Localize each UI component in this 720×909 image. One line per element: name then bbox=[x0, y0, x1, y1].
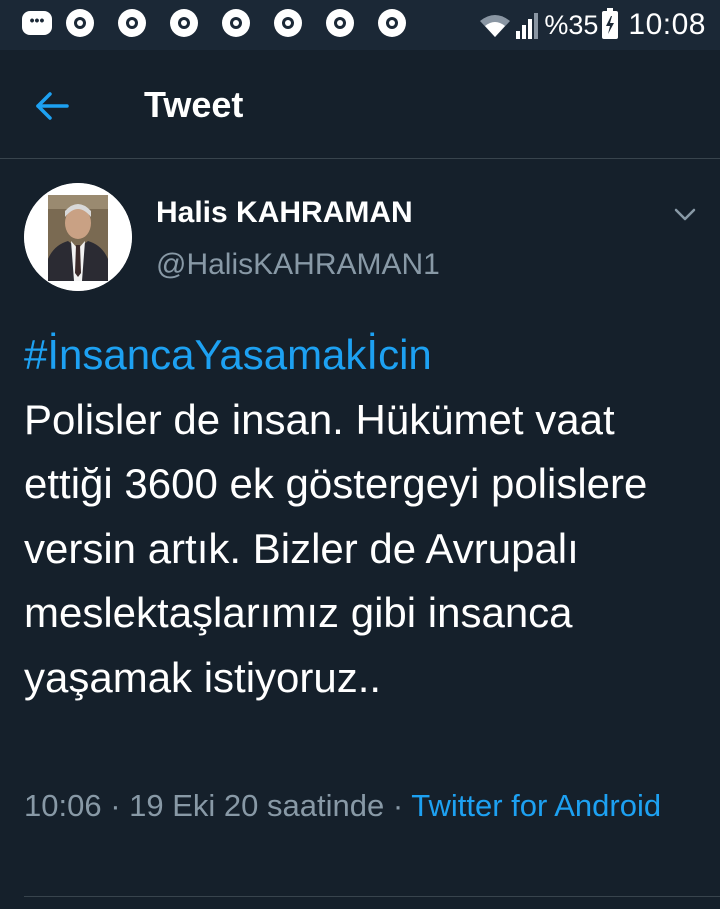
tweet-options-button[interactable] bbox=[668, 200, 702, 230]
back-button[interactable] bbox=[30, 86, 74, 126]
tweet-source-link[interactable]: Twitter for Android bbox=[411, 788, 661, 823]
arrow-left-icon bbox=[36, 92, 69, 120]
profile-photo bbox=[24, 183, 132, 291]
chrome-icon bbox=[326, 9, 354, 37]
chrome-icon bbox=[274, 9, 302, 37]
hashtag-link[interactable]: #İnsancaYasamakİcin bbox=[24, 323, 714, 388]
display-name[interactable]: Halis KAHRAMAN bbox=[156, 196, 413, 230]
chrome-icon bbox=[118, 9, 146, 37]
app-header: Tweet bbox=[0, 50, 720, 159]
wifi-icon bbox=[480, 15, 511, 37]
chevron-down-icon bbox=[674, 208, 696, 221]
tweet-body: Polisler de insan. Hükümet vaat ettiği 3… bbox=[24, 395, 648, 701]
battery-charging-icon bbox=[602, 8, 619, 39]
chrome-icon bbox=[170, 9, 198, 37]
tweet-text: #İnsancaYasamakİcin Polisler de insan. Hü… bbox=[24, 323, 714, 710]
meta-separator: · bbox=[110, 788, 121, 823]
status-bar: ••• %35 10:08 bbox=[0, 0, 720, 50]
page-title: Tweet bbox=[144, 84, 244, 125]
tweet-meta: 10:06 · 19 Eki 20 saatinde · Twitter for… bbox=[24, 783, 664, 829]
notification-icons: ••• bbox=[22, 9, 430, 37]
signal-icon bbox=[516, 13, 539, 39]
username-handle[interactable]: @HalisKAHRAMAN1 bbox=[156, 248, 440, 282]
battery-percent: %35 bbox=[544, 9, 599, 40]
system-indicators: %35 10:08 bbox=[478, 8, 706, 42]
meta-separator: · bbox=[392, 788, 404, 823]
tweet-date: 19 Eki 20 saatinde bbox=[129, 788, 385, 823]
chrome-icon bbox=[378, 9, 406, 37]
clock: 10:08 bbox=[628, 8, 706, 41]
chrome-icon bbox=[222, 9, 250, 37]
divider bbox=[24, 896, 720, 897]
message-icon: ••• bbox=[22, 11, 52, 35]
tweet-time: 10:06 bbox=[24, 788, 102, 823]
chrome-icon bbox=[66, 9, 94, 37]
avatar[interactable] bbox=[24, 183, 132, 291]
